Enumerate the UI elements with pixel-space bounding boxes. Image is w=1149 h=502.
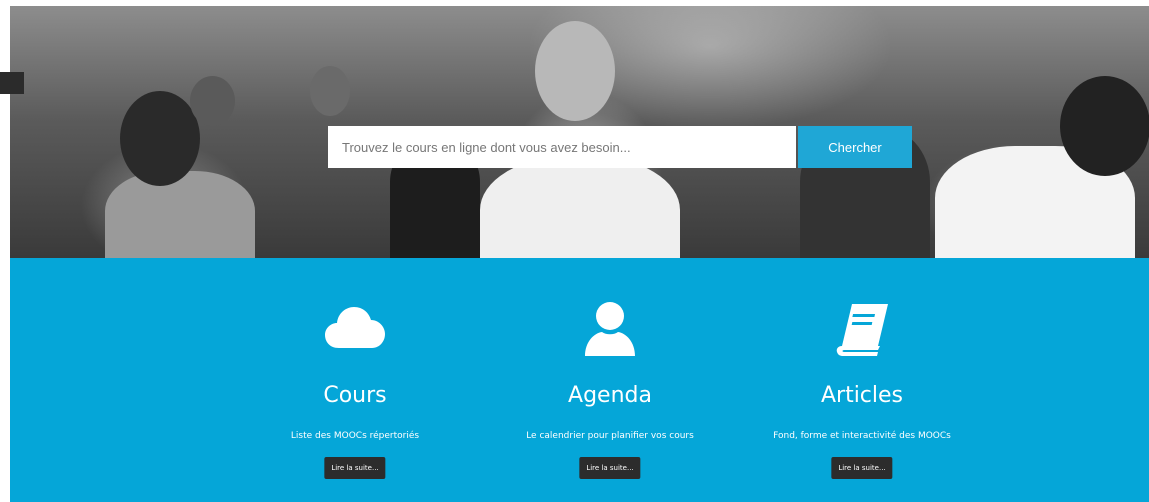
search-input[interactable]	[328, 126, 796, 168]
side-tab[interactable]	[0, 72, 24, 94]
user-icon	[585, 302, 635, 356]
book-icon	[836, 304, 888, 356]
read-more-button[interactable]: Lire la suite...	[579, 457, 641, 479]
hero-photo-crowd	[120, 91, 200, 186]
feature-title: Articles	[820, 383, 904, 408]
cloud-icon	[325, 307, 385, 348]
hero-photo-crowd	[105, 171, 255, 271]
feature-description: Liste des MOOCs répertoriés	[290, 431, 420, 441]
page-frame: Chercher Cours Liste des MOOCs répertori…	[10, 6, 1149, 502]
search-button[interactable]: Chercher	[798, 126, 912, 168]
read-more-button[interactable]: Lire la suite...	[324, 457, 386, 479]
read-more-button[interactable]: Lire la suite...	[831, 457, 893, 479]
feature-articles: Articles Fond, forme et interactivité de…	[732, 258, 992, 502]
hero-banner: Chercher	[10, 6, 1149, 276]
feature-title: Cours	[323, 383, 387, 408]
feature-title: Agenda	[568, 383, 652, 408]
hero-photo-crowd	[1060, 76, 1149, 176]
features-section: Cours Liste des MOOCs répertoriés Lire l…	[10, 258, 1149, 502]
hero-photo-crowd	[190, 76, 235, 126]
feature-cours: Cours Liste des MOOCs répertoriés Lire l…	[225, 258, 485, 502]
hero-photo-crowd	[310, 66, 350, 116]
feature-agenda: Agenda Le calendrier pour planifier vos …	[480, 258, 740, 502]
feature-description: Le calendrier pour planifier vos cours	[526, 431, 694, 441]
hero-photo-crowd	[535, 21, 615, 121]
feature-description: Fond, forme et interactivité des MOOCs	[773, 431, 951, 441]
